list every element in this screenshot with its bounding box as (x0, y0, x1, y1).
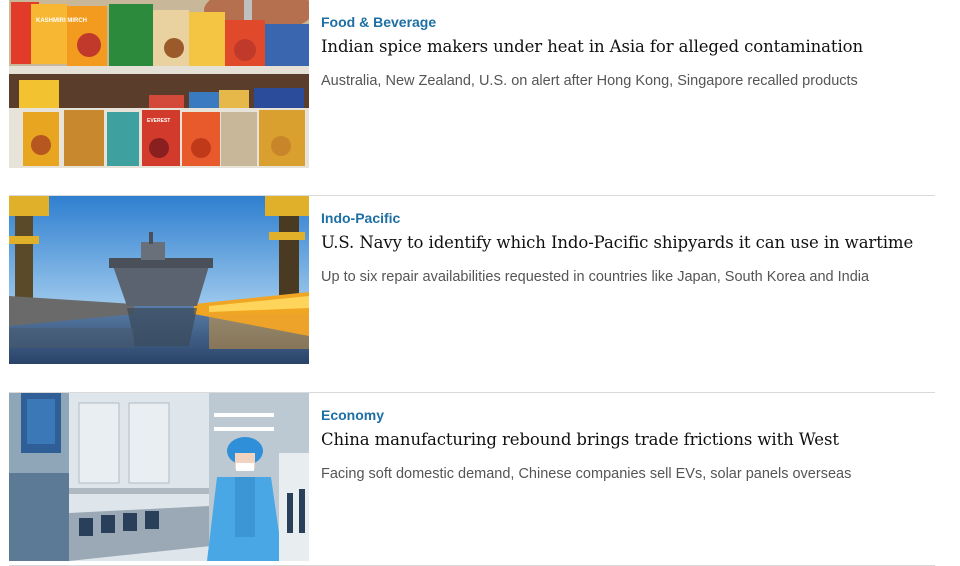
box-label: EVEREST (147, 118, 170, 124)
article-headline[interactable]: U.S. Navy to identify which Indo-Pacific… (321, 233, 913, 252)
article-thumbnail[interactable]: KASHMIRI MIRCH EVEREST (9, 0, 309, 168)
article-subhead: Up to six repair availabilities requeste… (321, 269, 870, 285)
article-thumbnail[interactable] (9, 393, 309, 561)
section-link[interactable]: Economy (321, 407, 384, 423)
section-link[interactable]: Food & Beverage (321, 14, 436, 30)
article-subhead: Australia, New Zealand, U.S. on alert af… (321, 73, 858, 89)
article-card: KASHMIRI MIRCH EVEREST Food & Beverage I… (0, 0, 935, 168)
article-card: Indo-Pacific U.S. Navy to identify which… (0, 196, 935, 364)
article-subhead: Facing soft domestic demand, Chinese com… (321, 466, 852, 482)
article-headline[interactable]: China manufacturing rebound brings trade… (321, 430, 839, 449)
navy-ship-drydock-photo (9, 196, 309, 364)
factory-worker-photo (9, 393, 309, 561)
article-thumbnail[interactable] (9, 196, 309, 364)
spice-shelf-photo: KASHMIRI MIRCH EVEREST (9, 0, 309, 168)
article-card: Economy China manufacturing rebound brin… (0, 393, 935, 561)
box-label: KASHMIRI MIRCH (36, 18, 87, 24)
article-headline[interactable]: Indian spice makers under heat in Asia f… (321, 37, 863, 56)
section-link[interactable]: Indo-Pacific (321, 210, 400, 226)
